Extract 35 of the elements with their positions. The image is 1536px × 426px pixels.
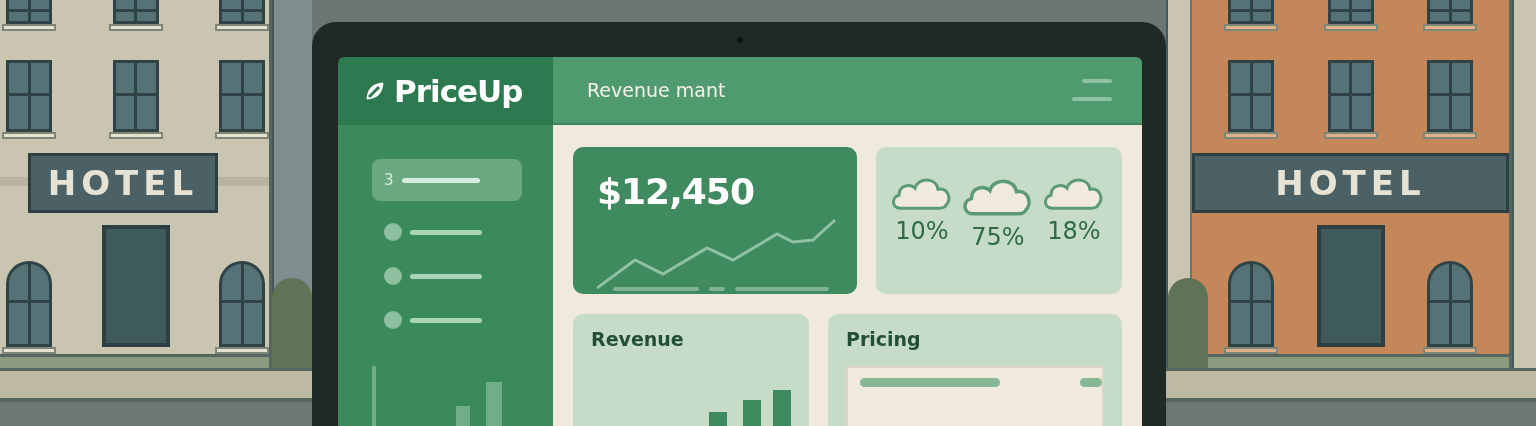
window-sill xyxy=(1224,24,1278,32)
window-sill xyxy=(1224,347,1278,355)
window-sill xyxy=(215,24,269,32)
window xyxy=(219,0,265,24)
logo-text: PriceUp xyxy=(394,73,523,109)
window-sill xyxy=(1423,24,1477,32)
window-sill xyxy=(1323,132,1378,140)
window-sill xyxy=(108,24,163,32)
window-sill xyxy=(1323,24,1378,32)
window-sill xyxy=(2,132,56,140)
window-sill xyxy=(215,132,269,140)
hotel-sign: HOTEL xyxy=(28,153,218,214)
sidebar-item[interactable]: 3 xyxy=(372,159,522,201)
window-sill xyxy=(1423,132,1477,140)
window xyxy=(112,0,159,24)
window xyxy=(1327,0,1374,24)
window-sill xyxy=(1224,132,1278,140)
hotel-sign: HOTEL xyxy=(1192,153,1509,214)
revenue-amount: $12,450 xyxy=(597,171,755,212)
window-sill xyxy=(2,24,56,32)
header-title: Revenue mant xyxy=(587,79,726,101)
camera-icon xyxy=(737,36,743,43)
menu-icon[interactable] xyxy=(1072,78,1112,102)
percentage-text: 10% xyxy=(895,217,949,246)
window xyxy=(1228,0,1274,24)
window xyxy=(1427,0,1473,24)
window xyxy=(6,0,52,24)
window-sill xyxy=(215,347,269,355)
percentage-text: 18% xyxy=(1047,217,1101,246)
window-sill xyxy=(1423,347,1477,355)
panel-title: Pricing xyxy=(846,328,922,350)
window-sill xyxy=(2,347,56,355)
percentage-text: 75% xyxy=(971,223,1025,252)
window-sill xyxy=(108,132,163,140)
panel-title: Revenue xyxy=(591,328,685,350)
